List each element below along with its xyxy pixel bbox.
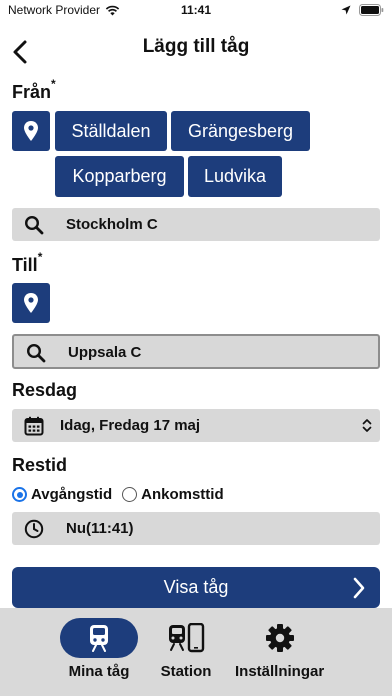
map-pin-icon [24, 293, 38, 313]
status-bar-right [341, 4, 384, 16]
arrival-radio[interactable] [122, 487, 138, 502]
departure-radio[interactable] [12, 487, 27, 502]
to-required-mark: * [37, 250, 43, 264]
tab-settings[interactable]: Inställningar [235, 618, 324, 680]
status-time: 11:41 [180, 3, 212, 17]
show-trains-button[interactable]: Visa tåg [12, 567, 380, 608]
tab-bar: Mina tåg Station Inställningar [0, 608, 392, 696]
location-arrow-icon [341, 5, 351, 15]
tab-my-trains[interactable]: Mina tåg [60, 618, 138, 680]
map-pin-icon [24, 121, 38, 141]
to-label-text: Till [12, 255, 38, 275]
station-icon [169, 623, 205, 653]
from-label-text: Från [12, 82, 52, 102]
tab-settings-label: Inställningar [235, 663, 325, 680]
show-trains-button-label: Visa tåg [163, 577, 229, 597]
travel-day-value: Idag, Fredag 17 maj [60, 417, 201, 434]
battery-icon [359, 4, 384, 16]
from-chip-stalldalen[interactable]: Ställdalen [55, 111, 167, 151]
from-chip-kopparberg[interactable]: Kopparberg [55, 156, 184, 197]
from-chip-ludvika[interactable]: Ludvika [188, 156, 282, 197]
tab-station-label: Station [160, 663, 212, 680]
tab-my-trains-pill [60, 618, 138, 658]
arrival-radio-label[interactable]: Ankomsttid [141, 486, 224, 503]
search-icon [26, 343, 46, 363]
status-bar: Network Provider 11:41 [0, 0, 392, 22]
to-search-value: Uppsala C [68, 344, 142, 361]
from-required-mark: * [51, 77, 56, 91]
from-search-field[interactable]: Stockholm C [12, 208, 380, 241]
travel-time-value: Nu(11:41) [66, 520, 134, 537]
to-location-button[interactable] [12, 283, 50, 323]
departure-radio-label[interactable]: Avgångstid [31, 486, 112, 503]
page-title: Lägg till tåg [142, 36, 250, 57]
travel-day-select[interactable]: Idag, Fredag 17 maj [12, 409, 380, 442]
gear-icon [265, 624, 294, 652]
travel-time-label: Restid [12, 455, 68, 475]
clock-icon [24, 519, 44, 539]
calendar-icon [24, 416, 44, 436]
from-search-value: Stockholm C [66, 216, 158, 233]
tab-station-pill [147, 618, 225, 658]
travel-day-label: Resdag [12, 380, 78, 400]
to-search-field[interactable]: Uppsala C [12, 334, 380, 369]
from-location-button[interactable] [12, 111, 50, 151]
tab-settings-pill [241, 618, 319, 658]
chevron-right-icon [353, 577, 365, 599]
chevron-up-down-icon [362, 419, 372, 432]
tab-station[interactable]: Station [147, 618, 225, 680]
train-icon [90, 625, 108, 652]
from-chip-grangesberg[interactable]: Grängesberg [171, 111, 310, 151]
search-icon [24, 215, 44, 235]
tab-my-trains-label: Mina tåg [68, 663, 130, 680]
to-label: Till* [12, 250, 43, 276]
from-label: Från* [12, 77, 56, 103]
travel-time-options: Avgångstid Ankomsttid [12, 486, 234, 503]
header: Lägg till tåg [0, 30, 392, 66]
travel-time-field[interactable]: Nu(11:41) [12, 512, 380, 545]
